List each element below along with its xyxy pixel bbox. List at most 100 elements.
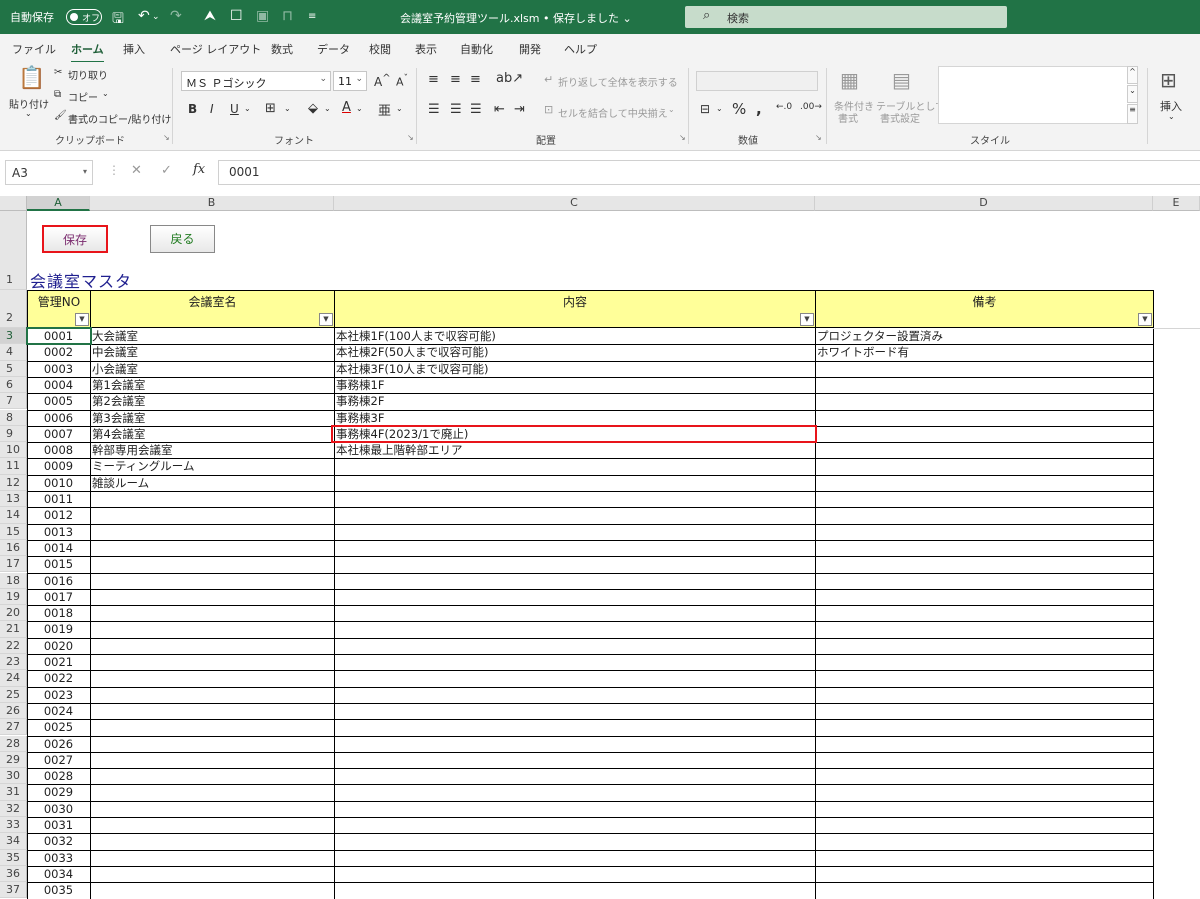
table-cell[interactable] — [90, 784, 334, 800]
tab-review[interactable]: 校閲 — [369, 41, 391, 57]
table-cell[interactable] — [90, 589, 334, 605]
formula-input[interactable]: 0001 — [218, 160, 1200, 185]
table-cell[interactable]: 0029 — [27, 784, 90, 800]
row-header[interactable]: 29 — [0, 751, 27, 769]
row-header[interactable]: 25 — [0, 686, 27, 703]
align-bottom-icon[interactable]: ≡ — [470, 72, 481, 87]
filter-dropdown-icon[interactable]: ▼ — [800, 313, 814, 326]
table-cell[interactable] — [90, 621, 334, 637]
column-header-b[interactable]: B — [90, 196, 334, 211]
comma-icon[interactable]: , — [756, 100, 762, 118]
table-cell[interactable]: 0033 — [27, 850, 90, 866]
row-header[interactable]: 16 — [0, 539, 27, 557]
table-cell[interactable]: 0003 — [27, 361, 90, 377]
table-cell[interactable] — [334, 850, 815, 866]
table-cell[interactable] — [815, 638, 1153, 654]
table-cell[interactable] — [815, 540, 1153, 556]
table-cell[interactable] — [334, 638, 815, 654]
row-header[interactable]: 4 — [0, 344, 27, 361]
align-left-icon[interactable]: ☰ — [428, 102, 440, 117]
select-all-corner[interactable] — [0, 196, 27, 211]
table-cell[interactable] — [815, 442, 1153, 458]
table-cell[interactable]: 0014 — [27, 540, 90, 556]
table-cell[interactable] — [334, 670, 815, 686]
table-cell[interactable] — [815, 507, 1153, 523]
table-cell[interactable]: 0008 — [27, 442, 90, 458]
row-header[interactable]: 18 — [0, 572, 27, 589]
table-cell[interactable] — [90, 638, 334, 654]
table-cell[interactable] — [815, 719, 1153, 735]
autosave-toggle[interactable]: オフ — [66, 9, 102, 25]
table-cell[interactable]: 0027 — [27, 752, 90, 768]
table-cell[interactable] — [90, 687, 334, 703]
undo-icon[interactable]: ↶ — [138, 8, 150, 24]
copy-button[interactable]: コピー — [68, 89, 98, 104]
percent-icon[interactable]: % — [732, 100, 746, 118]
table-cell[interactable]: 0010 — [27, 475, 90, 491]
pointer-icon[interactable]: ⮝ — [204, 8, 216, 24]
row-header[interactable]: 7 — [0, 393, 27, 410]
table-cell[interactable]: プロジェクター設置済み — [815, 328, 1153, 344]
align-middle-icon[interactable]: ≡ — [450, 72, 461, 87]
row-header[interactable]: 12 — [0, 474, 27, 491]
filter-dropdown-icon[interactable]: ▼ — [319, 313, 333, 326]
clipboard-launcher-icon[interactable]: ↘ — [163, 133, 170, 142]
table-cell[interactable] — [90, 866, 334, 882]
table-cell[interactable] — [815, 621, 1153, 637]
worksheet-grid[interactable]: A B C D E 1 2 保存 戻る 会議室マスタ 管理NO ▼ 会議室名 ▼… — [0, 196, 1200, 899]
row-header[interactable]: 34 — [0, 833, 27, 850]
row-header[interactable]: 33 — [0, 817, 27, 834]
table-cell[interactable] — [815, 573, 1153, 589]
table-cell[interactable] — [815, 817, 1153, 833]
row-header[interactable]: 31 — [0, 784, 27, 801]
table-cell[interactable] — [334, 736, 815, 752]
gallery-more-icon[interactable]: ≡ — [1127, 104, 1138, 124]
decrease-indent-icon[interactable]: ⇤ — [494, 102, 505, 117]
table-cell[interactable] — [334, 573, 815, 589]
row-header[interactable]: 15 — [0, 523, 27, 540]
table-cell[interactable] — [815, 801, 1153, 817]
accounting-icon[interactable]: ⊟ — [700, 102, 710, 116]
tab-insert[interactable]: 挿入 — [123, 41, 145, 57]
gallery-down-icon[interactable]: ⌄ — [1127, 85, 1138, 103]
redo-icon[interactable]: ↷ — [170, 8, 182, 24]
table-cell[interactable] — [90, 556, 334, 572]
table-cell[interactable]: 0025 — [27, 719, 90, 735]
filter-dropdown-icon[interactable]: ▼ — [75, 313, 89, 326]
table-cell[interactable]: 0004 — [27, 377, 90, 393]
paste-icon[interactable]: 📋 — [18, 66, 45, 91]
table-cell[interactable]: 0024 — [27, 703, 90, 719]
row-header[interactable]: 3 — [0, 328, 27, 345]
table-cell[interactable] — [815, 850, 1153, 866]
table-cell[interactable]: 0020 — [27, 638, 90, 654]
italic-icon[interactable]: I — [210, 102, 214, 116]
row-header[interactable]: 22 — [0, 637, 27, 654]
table-cell[interactable] — [90, 507, 334, 523]
underline-dropdown-icon[interactable]: ⌄ — [244, 104, 251, 113]
table-cell[interactable] — [334, 719, 815, 735]
table-cell[interactable] — [815, 361, 1153, 377]
tab-help[interactable]: ヘルプ — [564, 41, 597, 57]
tab-data[interactable]: データ — [317, 41, 350, 57]
tab-formulas[interactable]: 数式 — [271, 41, 293, 57]
table-cell[interactable]: 雑談ルーム — [90, 475, 334, 491]
table-cell[interactable] — [815, 475, 1153, 491]
table-cell[interactable]: 本社棟3F(10人まで収容可能) — [334, 361, 815, 377]
table-cell[interactable]: 0030 — [27, 801, 90, 817]
table-cell[interactable] — [815, 687, 1153, 703]
table-cell[interactable] — [334, 801, 815, 817]
row-header[interactable]: 19 — [0, 588, 27, 606]
number-format-box[interactable] — [696, 71, 818, 91]
increase-decimal-icon[interactable]: ←.0 — [776, 102, 792, 112]
table-cell[interactable]: 0013 — [27, 524, 90, 540]
align-center-icon[interactable]: ☰ — [450, 102, 462, 117]
table-cell[interactable]: 0012 — [27, 507, 90, 523]
name-box[interactable]: A3 ▾ — [5, 160, 93, 185]
table-cell[interactable] — [334, 752, 815, 768]
row-header[interactable]: 37 — [0, 882, 27, 899]
table-cell[interactable] — [334, 605, 815, 621]
row-header[interactable]: 17 — [0, 556, 27, 573]
accounting-dropdown-icon[interactable]: ⌄ — [716, 104, 723, 113]
table-cell[interactable] — [90, 736, 334, 752]
tab-file[interactable]: ファイル — [12, 41, 56, 57]
